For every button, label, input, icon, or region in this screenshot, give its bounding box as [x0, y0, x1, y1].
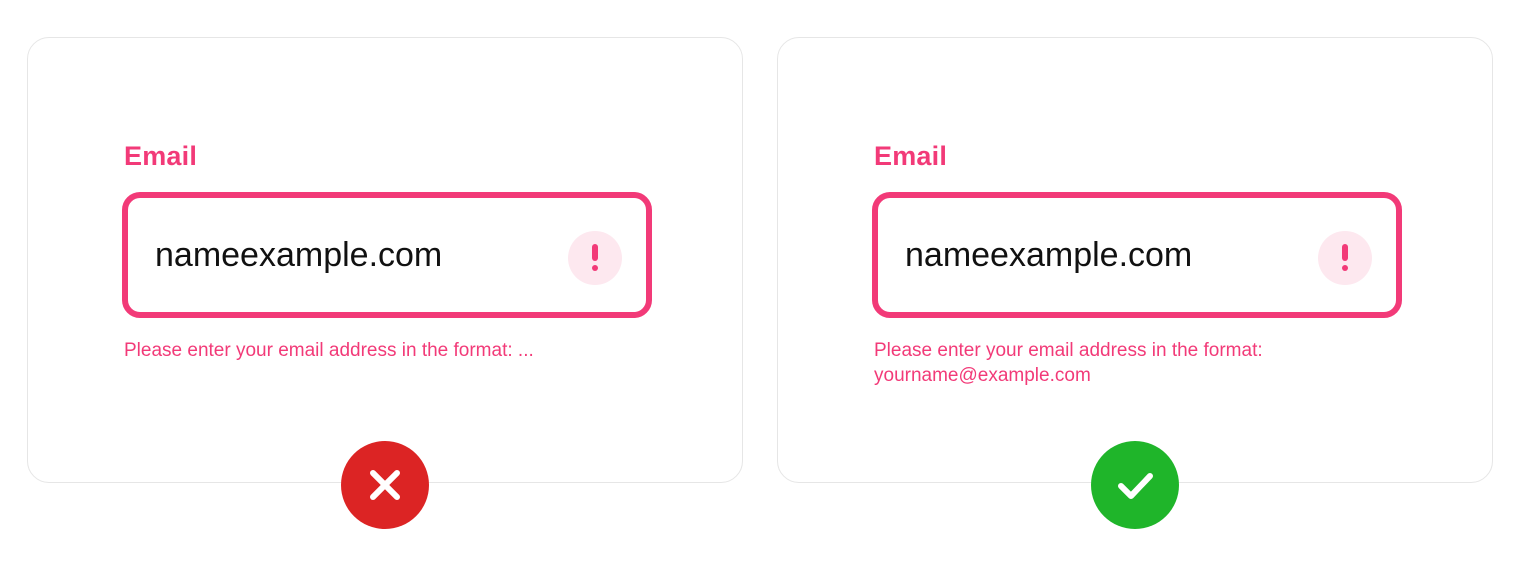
example-card-correct: Email nameexample.com Please enter your …: [777, 37, 1493, 483]
error-message-line: Please enter your email address in the f…: [874, 340, 1263, 361]
error-message-example-format: yourname@example.com: [874, 365, 1091, 386]
check-icon: [1118, 473, 1153, 499]
email-field-value: nameexample.com: [905, 236, 1193, 274]
email-label: Email: [124, 141, 198, 171]
incorrect-badge: [341, 441, 429, 529]
email-label: Email: [874, 141, 948, 171]
exclamation-icon: [568, 231, 622, 285]
email-field-value: nameexample.com: [155, 236, 443, 274]
close-icon: [370, 470, 400, 500]
email-field[interactable]: nameexample.com: [872, 192, 1402, 318]
error-message: Please enter your email address in the f…: [874, 338, 1394, 388]
email-field[interactable]: nameexample.com: [122, 192, 652, 318]
error-message: Please enter your email address in the f…: [124, 340, 534, 361]
example-card-incorrect: Email nameexample.com Please enter your …: [27, 37, 743, 483]
correct-badge: [1091, 441, 1179, 529]
exclamation-icon: [1318, 231, 1372, 285]
